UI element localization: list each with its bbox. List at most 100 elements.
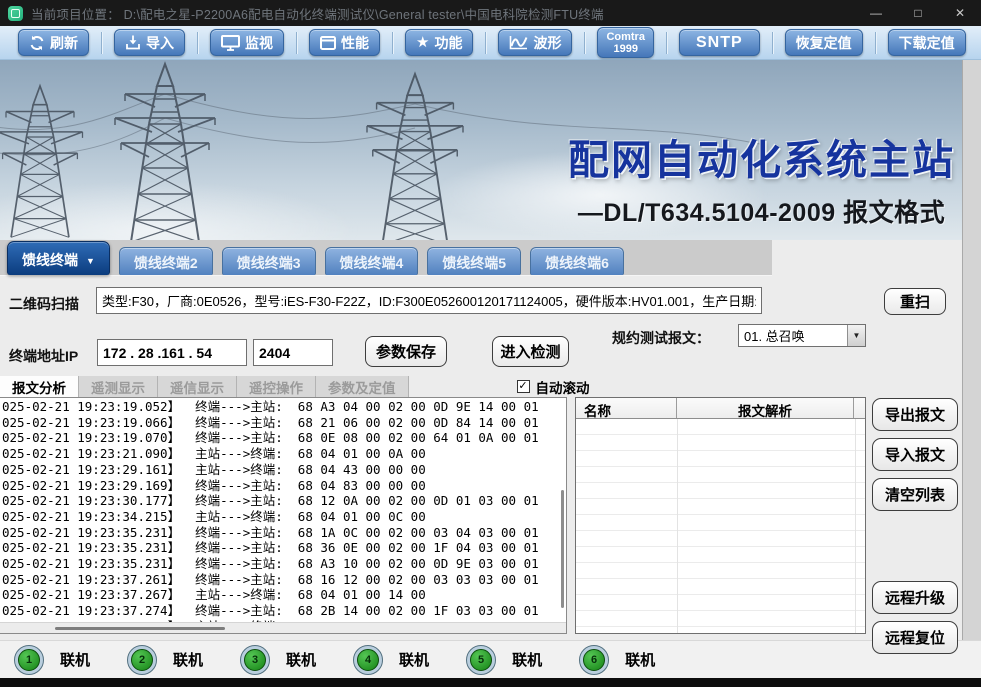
toolbar-button-label: 恢复定值 xyxy=(796,33,852,53)
status-indicator-6: 6 xyxy=(579,645,609,675)
tab-label: 馈线终端4 xyxy=(340,255,404,271)
side-button-column: 导出报文导入报文清空列表远程升级远程复位 xyxy=(872,398,958,654)
toolbar-separator xyxy=(584,32,585,54)
save-params-button[interactable]: 参数保存 xyxy=(365,336,447,367)
log-hscroll-thumb[interactable] xyxy=(55,627,225,630)
remote-reset-button[interactable]: 远程复位 xyxy=(872,621,958,654)
remote-upgrade-button[interactable]: 远程升级 xyxy=(872,581,958,614)
restore-settings-button[interactable]: 恢复定值 xyxy=(785,29,863,56)
toolbar-button-label: 性能 xyxy=(341,33,369,53)
monitor-button[interactable]: 监视 xyxy=(210,29,284,56)
tab-terminal-2[interactable]: 馈线终端2 xyxy=(119,247,213,275)
column-header-name[interactable]: 名称 xyxy=(576,398,677,418)
subtab-message-analysis[interactable]: 报文分析 xyxy=(0,376,79,397)
status-indicator-3: 3 xyxy=(240,645,270,675)
tab-label: 馈线终端2 xyxy=(134,255,198,271)
subtab-telecontrol-operation[interactable]: 遥控操作 xyxy=(237,376,316,397)
status-indicator-number: 2 xyxy=(131,649,153,671)
export-message-button[interactable]: 导出报文 xyxy=(872,398,958,431)
status-label: 联机 xyxy=(512,649,542,670)
sntp-button[interactable]: SNTP xyxy=(679,29,760,56)
performance-button[interactable]: 性能 xyxy=(309,29,380,56)
enter-detection-button[interactable]: 进入检测 xyxy=(492,336,569,367)
toolbar-separator xyxy=(875,32,876,54)
rescan-button[interactable]: 重扫 xyxy=(884,288,946,315)
status-group-6: 6联机 xyxy=(579,645,655,675)
protocol-test-dropdown[interactable]: 01. 总召唤 ▼ xyxy=(738,324,866,347)
log-row: 025-02-21 19:23:19.066】 终端--->主站: 68 21 … xyxy=(2,415,566,431)
status-group-4: 4联机 xyxy=(353,645,429,675)
status-indicator-number: 1 xyxy=(18,649,40,671)
toolbar-button-label: 刷新 xyxy=(50,33,78,53)
column-header-parse[interactable]: 报文解析 xyxy=(677,398,854,418)
log-row: 025-02-21 19:23:29.161】 主站--->终端: 68 04 … xyxy=(2,462,566,478)
subtab-telesignal-display[interactable]: 遥信显示 xyxy=(158,376,237,397)
star-icon: ★ xyxy=(416,35,429,50)
window-icon xyxy=(320,36,336,50)
toolbar-separator xyxy=(772,32,773,54)
autoscroll-checkbox[interactable]: ✓ xyxy=(517,380,530,393)
status-indicator-number: 4 xyxy=(357,649,379,671)
tab-terminal-1[interactable]: 馈线终端▼ xyxy=(7,241,110,275)
status-bar: 1联机2联机3联机4联机5联机6联机 xyxy=(0,640,981,678)
message-log[interactable]: 025-02-21 19:23:19.052】 终端--->主站: 68 A3 … xyxy=(0,397,567,634)
log-row: 025-02-21 19:23:35.231】 终端--->主站: 68 1A … xyxy=(2,525,566,541)
subtab-telemetry-display[interactable]: 遥测显示 xyxy=(79,376,158,397)
chevron-down-icon[interactable]: ▼ xyxy=(847,325,865,346)
toolbar-button-label: Comtra 1999 xyxy=(606,31,645,55)
waveform-button[interactable]: 波形 xyxy=(498,29,572,56)
log-horizontal-scrollbar[interactable] xyxy=(0,622,566,633)
main-content: 馈线终端▼馈线终端2馈线终端3馈线终端4馈线终端5馈线终端6 二维码扫描 重扫 … xyxy=(0,240,981,640)
maximize-button[interactable]: □ xyxy=(897,0,939,26)
monitor-icon xyxy=(221,35,240,51)
toolbar-button-label: 下载定值 xyxy=(899,33,955,53)
tab-terminal-6[interactable]: 馈线终端6 xyxy=(530,247,624,275)
qr-scan-label: 二维码扫描 xyxy=(9,294,79,314)
tab-terminal-5[interactable]: 馈线终端5 xyxy=(427,247,521,275)
toolbar: 刷新 导入 监视 性能 ★功能 波形 Comtra 1999 SNTP 恢复定值 下载定值 xyxy=(0,26,981,60)
tab-label: 馈线终端6 xyxy=(545,255,609,271)
terminal-ip-label: 终端地址IP xyxy=(9,346,78,366)
refresh-button[interactable]: 刷新 xyxy=(18,29,89,56)
autoscroll-label: 自动滚动 xyxy=(536,377,590,397)
status-indicator-number: 3 xyxy=(244,649,266,671)
toolbar-separator xyxy=(197,32,198,54)
toolbar-button-label: 波形 xyxy=(533,33,561,53)
qr-scan-input[interactable] xyxy=(96,287,762,314)
refresh-icon xyxy=(29,35,45,51)
tab-terminal-3[interactable]: 馈线终端3 xyxy=(222,247,316,275)
table-gridline xyxy=(855,419,856,633)
status-indicator-number: 5 xyxy=(470,649,492,671)
status-group-2: 2联机 xyxy=(127,645,203,675)
subtab-row: 报文分析遥测显示遥信显示遥控操作参数及定值 ✓ 自动滚动 xyxy=(0,376,590,397)
log-row: 025-02-21 19:23:37.261】 终端--->主站: 68 16 … xyxy=(2,572,566,588)
autoscroll-control: ✓ 自动滚动 xyxy=(517,377,590,397)
titlebar: 当前项目位置： D:\配电之星-P2200A6配电自动化终端测试仪\Genera… xyxy=(0,0,981,26)
tab-label: 馈线终端3 xyxy=(237,255,301,271)
import-button[interactable]: 导入 xyxy=(114,29,185,56)
toolbar-separator xyxy=(485,32,486,54)
parse-table-header: 名称 报文解析 xyxy=(576,398,865,419)
clear-list-button[interactable]: 清空列表 xyxy=(872,478,958,511)
terminal-ip-input[interactable] xyxy=(97,339,247,366)
terminal-port-input[interactable] xyxy=(253,339,333,366)
import-message-button[interactable]: 导入报文 xyxy=(872,438,958,471)
download-settings-button[interactable]: 下载定值 xyxy=(888,29,966,56)
log-row: 025-02-21 19:23:35.231】 终端--->主站: 68 A3 … xyxy=(2,556,566,572)
subtabs: 报文分析遥测显示遥信显示遥控操作参数及定值 xyxy=(0,376,409,397)
comtra-1999-button[interactable]: Comtra 1999 xyxy=(597,27,654,58)
parse-table[interactable]: 名称 报文解析 xyxy=(575,397,866,634)
subtab-params-and-settings[interactable]: 参数及定值 xyxy=(316,376,409,397)
minimize-button[interactable]: — xyxy=(855,0,897,26)
function-button[interactable]: ★功能 xyxy=(405,29,473,56)
toolbar-button-label: 导入 xyxy=(146,33,174,53)
status-group-1: 1联机 xyxy=(14,645,90,675)
terminal-tabstrip: 馈线终端▼ 馈线终端2 馈线终端3 馈线终端4 馈线终端5 馈线终端6 xyxy=(0,240,772,276)
close-button[interactable]: ✕ xyxy=(939,0,981,26)
table-gridline xyxy=(677,419,678,633)
log-vertical-scrollbar[interactable] xyxy=(561,490,564,608)
log-row: 025-02-21 19:23:19.052】 终端--->主站: 68 A3 … xyxy=(2,399,566,415)
toolbar-button-label: SNTP xyxy=(696,34,743,52)
status-indicator-5: 5 xyxy=(466,645,496,675)
tab-terminal-4[interactable]: 馈线终端4 xyxy=(325,247,419,275)
